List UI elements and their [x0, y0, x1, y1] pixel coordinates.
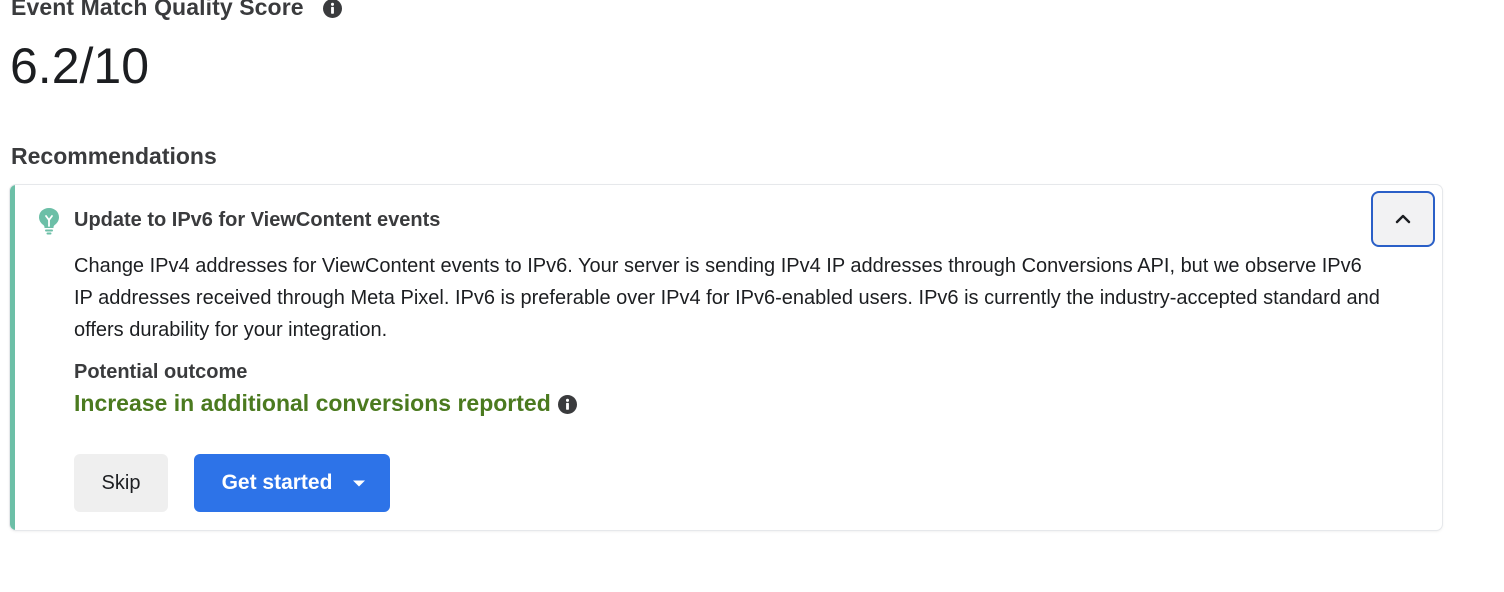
info-icon[interactable] — [557, 395, 577, 414]
lightbulb-icon — [38, 207, 60, 240]
recommendation-title: Update to IPv6 for ViewContent events — [74, 209, 441, 231]
recommendation-card: Update to IPv6 for ViewContent events Ch… — [10, 185, 1442, 530]
potential-outcome-label: Potential outcome — [74, 361, 248, 383]
recommendation-description: Change IPv4 addresses for ViewContent ev… — [74, 255, 1380, 341]
get-started-label: Get started — [221, 471, 333, 494]
potential-outcome-row: Increase in additional conversions repor… — [74, 390, 577, 417]
recommendations-title: Recommendations — [11, 143, 217, 169]
chevron-up-icon — [1395, 214, 1411, 224]
collapse-button[interactable] — [1371, 191, 1435, 247]
score-value: 6.2/10 — [10, 38, 150, 94]
get-started-button[interactable]: Get started — [194, 454, 390, 512]
card-accent-bar — [10, 185, 15, 530]
potential-outcome-value: Increase in additional conversions repor… — [74, 390, 551, 416]
info-icon[interactable] — [322, 0, 342, 18]
skip-button[interactable]: Skip — [74, 454, 168, 512]
score-header: Event Match Quality Score — [11, 0, 342, 21]
caret-down-icon — [352, 479, 366, 488]
score-title: Event Match Quality Score — [11, 0, 304, 20]
